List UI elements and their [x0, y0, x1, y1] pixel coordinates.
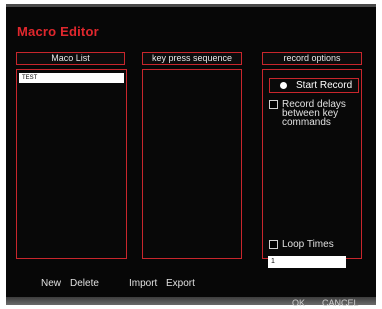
loop-times-checkbox[interactable] — [269, 240, 278, 249]
record-options-header: record options — [262, 52, 362, 65]
window-title: Macro Editor — [17, 24, 99, 39]
start-record-label: Start Record — [296, 80, 353, 91]
macro-list-header: Maco List — [16, 52, 125, 65]
cancel-button[interactable]: CANCEL — [322, 298, 359, 308]
record-options-panel: Start Record Record delays between key c… — [262, 69, 362, 268]
macro-list-item[interactable]: TEST — [19, 73, 124, 83]
export-button[interactable]: Export — [166, 278, 195, 289]
start-record-button[interactable]: Start Record — [269, 78, 359, 93]
delete-button[interactable]: Delete — [70, 278, 99, 289]
import-button[interactable]: Import — [129, 278, 157, 289]
record-dot-icon — [280, 82, 287, 89]
macro-list-panel[interactable]: TEST — [16, 69, 127, 259]
ok-button[interactable]: OK — [292, 298, 305, 308]
macro-editor-window: Macro Editor Maco List key press sequenc… — [6, 4, 376, 305]
loop-times-label: Loop Times — [282, 239, 334, 250]
loop-times-input[interactable] — [268, 256, 346, 268]
key-sequence-header: key press sequence — [142, 52, 242, 65]
record-delays-checkbox[interactable] — [269, 100, 278, 109]
record-delays-label-line3: commands — [282, 117, 331, 128]
footer-bar — [6, 297, 376, 305]
key-sequence-panel[interactable] — [142, 69, 242, 259]
new-button[interactable]: New — [41, 278, 61, 289]
